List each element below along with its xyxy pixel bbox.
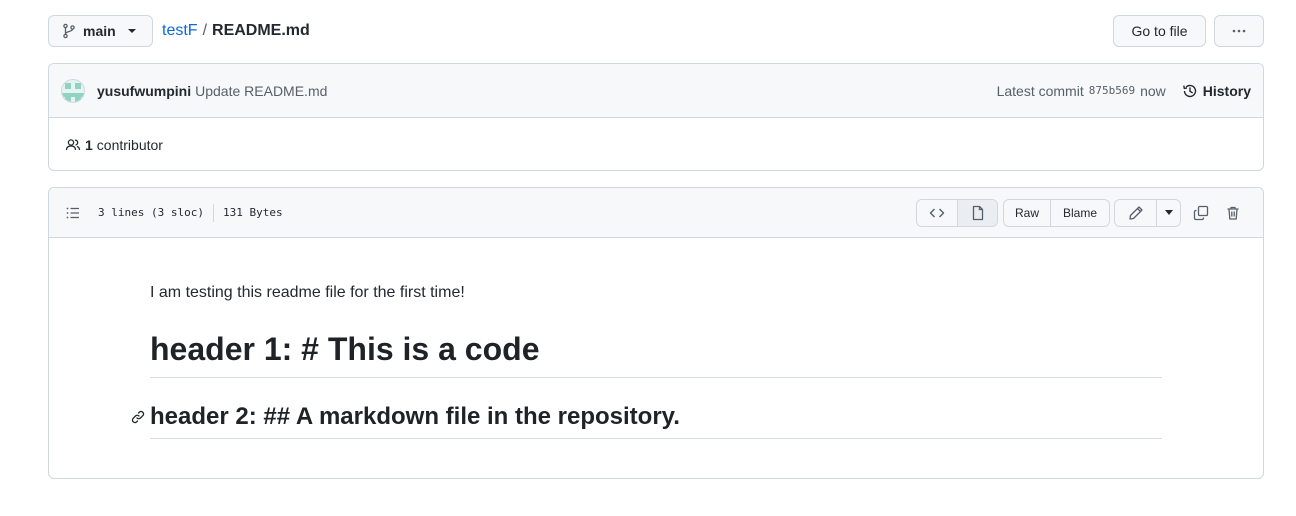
- list-unordered-icon: [66, 207, 79, 218]
- copy-icon: [1193, 205, 1209, 220]
- triangle-down-icon: [1164, 210, 1173, 215]
- heading-anchor-link[interactable]: [130, 409, 146, 425]
- info-divider: [212, 203, 214, 222]
- edit-group: [1114, 198, 1181, 227]
- go-to-file-button[interactable]: Go to file: [1113, 15, 1206, 47]
- avatar[interactable]: [61, 78, 85, 103]
- breadcrumb-separator: /: [202, 22, 208, 39]
- history-icon: [1182, 84, 1196, 97]
- breadcrumb: testF / README.md: [162, 22, 310, 40]
- readme-heading-2: header 2: ## A markdown file in the repo…: [150, 402, 1162, 439]
- raw-button[interactable]: Raw: [1004, 199, 1050, 226]
- pencil-icon: [1128, 205, 1143, 220]
- delete-file-button[interactable]: [1219, 199, 1247, 227]
- branch-name: main: [83, 23, 116, 39]
- commit-author[interactable]: yusufwumpini: [97, 83, 191, 99]
- file-viewer: 3 lines (3 sloc) 131 Bytes Raw Blame I a…: [48, 187, 1264, 479]
- readme-paragraph: I am testing this readme file for the fi…: [150, 284, 465, 301]
- history-link[interactable]: History: [1182, 83, 1251, 99]
- contributors-row[interactable]: 1 contributor: [49, 118, 1263, 170]
- view-toggle: [916, 198, 998, 227]
- latest-commit-label: Latest commit: [996, 82, 1084, 99]
- readme-heading-1: header 1: # This is a code: [150, 329, 1162, 378]
- code-icon: [929, 208, 945, 217]
- latest-commit-box: yusufwumpini Update README.md Latest com…: [48, 63, 1264, 171]
- commit-row: yusufwumpini Update README.md Latest com…: [49, 64, 1263, 118]
- raw-blame-group: Raw Blame: [1003, 198, 1110, 227]
- file-size: 131 Bytes: [222, 206, 283, 219]
- commit-sha[interactable]: 875b569: [1089, 84, 1135, 97]
- history-label: History: [1202, 82, 1251, 99]
- caret-down-icon: [127, 29, 136, 33]
- readme-content: I am testing this readme file for the fi…: [49, 238, 1263, 439]
- blame-button[interactable]: Blame: [1050, 199, 1109, 226]
- file-name: README.md: [212, 22, 310, 39]
- more-options-button[interactable]: [1214, 15, 1264, 47]
- file-navigation: main testF / README.md Go to file: [48, 15, 1264, 47]
- commit-message[interactable]: Update README.md: [195, 83, 327, 99]
- file-header: 3 lines (3 sloc) 131 Bytes Raw Blame: [49, 188, 1263, 238]
- edit-dropdown-button[interactable]: [1156, 199, 1180, 226]
- copy-raw-button[interactable]: [1187, 199, 1215, 227]
- branch-select-button[interactable]: main: [48, 15, 153, 47]
- edit-button[interactable]: [1115, 199, 1156, 226]
- kebab-horizontal-icon: [1232, 29, 1246, 33]
- repo-link[interactable]: testF: [162, 22, 198, 40]
- contributor-label: contributor: [96, 136, 163, 153]
- code-view-button[interactable]: [917, 199, 957, 226]
- git-branch-icon: [63, 23, 75, 39]
- preview-view-button[interactable]: [957, 199, 997, 226]
- file-lines: 3 lines (3 sloc): [98, 206, 204, 219]
- commit-time: now: [1140, 82, 1166, 99]
- people-icon: [65, 138, 81, 150]
- contributor-count: 1: [85, 136, 93, 153]
- table-of-contents-button[interactable]: [65, 205, 81, 221]
- link-icon: [131, 410, 145, 424]
- file-icon: [972, 205, 983, 220]
- trash-icon: [1227, 206, 1239, 220]
